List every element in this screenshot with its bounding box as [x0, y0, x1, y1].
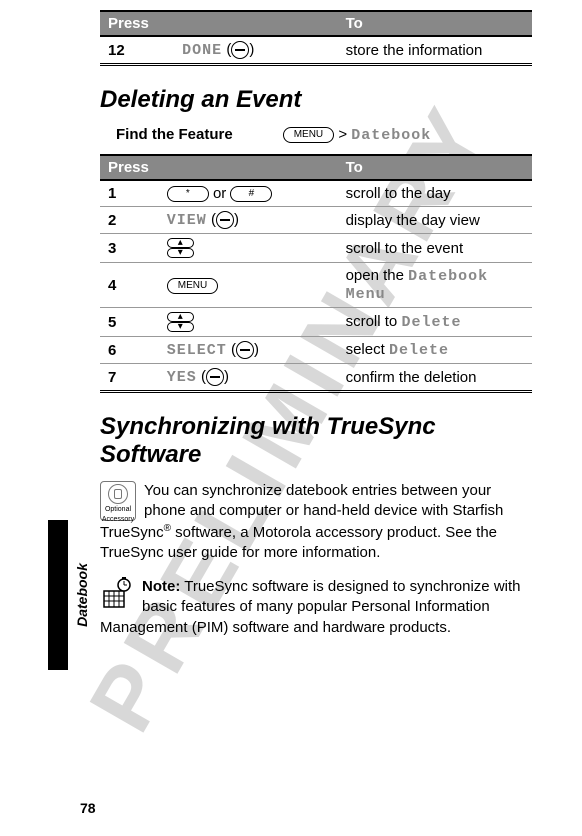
- press-cell: DONE (): [174, 36, 337, 65]
- menu-key-icon: MENU: [283, 127, 334, 143]
- press-cell: * or #: [159, 180, 338, 207]
- table-row: 4 MENU open the Datebook Menu: [100, 263, 532, 308]
- table-row: 12 DONE () store the information: [100, 36, 532, 65]
- action-cell: scroll to Delete: [338, 308, 532, 337]
- action-cell: scroll to the event: [338, 234, 532, 263]
- action-softlabel: Delete: [401, 314, 461, 331]
- table-row: 5 ▴▾ scroll to Delete: [100, 308, 532, 337]
- or-text: or: [213, 185, 226, 202]
- find-feature-line: Find the Feature MENU > Datebook: [116, 126, 532, 144]
- action-cell: select Delete: [338, 337, 532, 364]
- press-cell: ▴▾: [159, 234, 338, 263]
- step-number: 2: [100, 207, 159, 234]
- action-cell: display the day view: [338, 207, 532, 234]
- step-number: 3: [100, 234, 159, 263]
- press-cell: YES (): [159, 364, 338, 392]
- heading-deleting-event: Deleting an Event: [100, 86, 532, 114]
- table-row: 7 YES () confirm the deletion: [100, 364, 532, 392]
- action-cell: open the Datebook Menu: [338, 263, 532, 308]
- press-cell: MENU: [159, 263, 338, 308]
- find-feature-label: Find the Feature: [116, 126, 233, 143]
- registered-mark: ®: [164, 523, 171, 534]
- step-number: 4: [100, 263, 159, 308]
- step-number: 1: [100, 180, 159, 207]
- press-cell: VIEW (): [159, 207, 338, 234]
- table1-header-press: Press: [100, 11, 338, 36]
- action-softlabel: Delete: [389, 342, 449, 359]
- note-stopwatch-icon: [100, 577, 134, 611]
- menu-key-icon: MENU: [167, 278, 218, 294]
- hash-key-icon: #: [230, 186, 272, 202]
- softkey-label: SELECT: [167, 342, 227, 359]
- table-delete-steps: Press To 1 * or # scroll to the day 2 VI…: [100, 154, 532, 393]
- note-label: Note:: [142, 578, 180, 595]
- table-row: 1 * or # scroll to the day: [100, 180, 532, 207]
- action-cell: scroll to the day: [338, 180, 532, 207]
- softkey-label: YES: [167, 369, 197, 386]
- step-number: 7: [100, 364, 159, 392]
- softkey-label: VIEW: [167, 212, 207, 229]
- scroll-up-down-icon: ▴▾: [167, 312, 194, 332]
- table1-header-to: To: [338, 11, 532, 36]
- table-done: Press To 12 DONE () store the informatio…: [100, 10, 532, 66]
- table-row: 6 SELECT () select Delete: [100, 337, 532, 364]
- action-prefix: open the: [346, 267, 409, 284]
- step-number: 12: [100, 36, 174, 65]
- optional-accessory-icon: Optional Accessory: [100, 481, 136, 521]
- table2-header-press: Press: [100, 155, 338, 180]
- softkey-label: DONE: [182, 42, 222, 59]
- step-number: 5: [100, 308, 159, 337]
- table-row: 2 VIEW () display the day view: [100, 207, 532, 234]
- feature-path: Datebook: [351, 127, 431, 144]
- action-cell: store the information: [338, 36, 532, 65]
- star-key-icon: *: [167, 186, 209, 202]
- softkey-left-icon: [231, 41, 249, 59]
- table-row: 3 ▴▾ scroll to the event: [100, 234, 532, 263]
- action-cell: confirm the deletion: [338, 364, 532, 392]
- note-paragraph: Note: TrueSync software is designed to s…: [100, 577, 532, 638]
- feature-separator: >: [338, 126, 347, 143]
- action-prefix: scroll to: [346, 313, 402, 330]
- softkey-right-icon: [236, 341, 254, 359]
- press-cell: ▴▾: [159, 308, 338, 337]
- action-prefix: select: [346, 341, 389, 358]
- accessory-icon-label: Optional Accessory: [102, 506, 134, 522]
- page-number: 78: [80, 800, 96, 816]
- press-cell: SELECT (): [159, 337, 338, 364]
- truesync-paragraph: Optional Accessory You can synchronize d…: [100, 481, 532, 563]
- scroll-up-down-icon: ▴▾: [167, 238, 194, 258]
- page-content: Press To 12 DONE () store the informatio…: [0, 0, 582, 672]
- heading-truesync: Synchronizing with TrueSync Software: [100, 413, 532, 469]
- step-number: 6: [100, 337, 159, 364]
- softkey-left-icon: [206, 368, 224, 386]
- table2-header-to: To: [338, 155, 532, 180]
- softkey-right-icon: [216, 211, 234, 229]
